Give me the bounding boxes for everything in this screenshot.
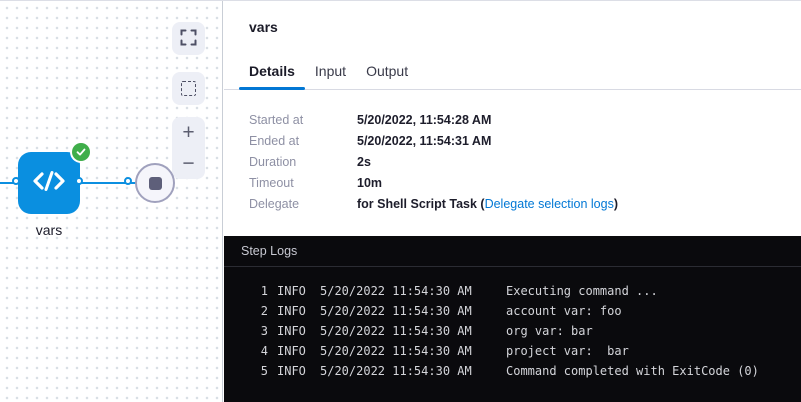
log-line: 1 INFO 5/20/2022 11:54:30 AM Executing c… xyxy=(224,281,801,301)
delegate-value-suffix: ) xyxy=(614,197,618,211)
detail-row-timeout: Timeout 10m xyxy=(249,173,801,194)
panel-title: vars xyxy=(224,0,801,37)
log-message: Command completed with ExitCode (0) xyxy=(506,361,801,381)
log-timestamp: 5/20/2022 11:54:30 AM xyxy=(320,321,506,341)
delegate-value-prefix: for Shell Script Task ( xyxy=(357,197,485,211)
detail-value: for Shell Script Task (Delegate selectio… xyxy=(357,194,618,215)
detail-value: 2s xyxy=(357,152,371,173)
fullscreen-button[interactable] xyxy=(172,22,205,55)
detail-value: 10m xyxy=(357,173,382,194)
detail-row-duration: Duration 2s xyxy=(249,152,801,173)
log-line: 2 INFO 5/20/2022 11:54:30 AM account var… xyxy=(224,301,801,321)
detail-row-started-at: Started at 5/20/2022, 11:54:28 AM xyxy=(249,110,801,131)
log-level: INFO xyxy=(277,361,320,381)
details-list: Started at 5/20/2022, 11:54:28 AM Ended … xyxy=(224,90,801,215)
tab-input[interactable]: Input xyxy=(305,55,356,89)
log-line-number: 2 xyxy=(224,301,268,321)
pipeline-canvas[interactable]: vars + − xyxy=(0,0,223,402)
log-line-number: 1 xyxy=(224,281,268,301)
zoom-controls: + − xyxy=(172,117,205,179)
marquee-select-icon xyxy=(181,81,196,96)
fullscreen-icon xyxy=(180,29,197,49)
log-timestamp: 5/20/2022 11:54:30 AM xyxy=(320,301,506,321)
log-line-number: 3 xyxy=(224,321,268,341)
step-logs-panel: Step Logs 1 INFO 5/20/2022 11:54:30 AM E… xyxy=(224,236,801,402)
log-timestamp: 5/20/2022 11:54:30 AM xyxy=(320,341,506,361)
log-timestamp: 5/20/2022 11:54:30 AM xyxy=(320,361,506,381)
detail-value: 5/20/2022, 11:54:28 AM xyxy=(357,110,491,131)
detail-label: Delegate xyxy=(249,194,357,215)
log-message: org var: bar xyxy=(506,321,801,341)
detail-row-ended-at: Ended at 5/20/2022, 11:54:31 AM xyxy=(249,131,801,152)
pipeline-end-node[interactable] xyxy=(135,163,175,203)
log-message: Executing command ... xyxy=(506,281,801,301)
code-icon xyxy=(31,163,67,204)
end-node-port xyxy=(124,177,132,185)
detail-label: Duration xyxy=(249,152,357,173)
tab-output[interactable]: Output xyxy=(356,55,418,89)
stop-icon xyxy=(149,177,162,190)
detail-label: Started at xyxy=(249,110,357,131)
success-check-icon xyxy=(72,143,90,161)
log-line-number: 4 xyxy=(224,341,268,361)
tab-details[interactable]: Details xyxy=(239,55,305,89)
tab-bar: Details Input Output xyxy=(224,55,801,90)
log-level: INFO xyxy=(277,321,320,341)
log-line: 5 INFO 5/20/2022 11:54:30 AM Command com… xyxy=(224,361,801,381)
zoom-out-button[interactable]: − xyxy=(172,148,205,179)
log-timestamp: 5/20/2022 11:54:30 AM xyxy=(320,281,506,301)
step-node-vars[interactable] xyxy=(18,152,80,214)
node-port-left xyxy=(12,177,20,185)
marquee-select-button[interactable] xyxy=(172,72,205,105)
step-detail-panel: vars Details Input Output Started at 5/2… xyxy=(224,0,801,402)
node-label: vars xyxy=(0,222,98,238)
detail-value: 5/20/2022, 11:54:31 AM xyxy=(357,131,491,152)
log-level: INFO xyxy=(277,281,320,301)
log-level: INFO xyxy=(277,341,320,361)
node-port-right xyxy=(75,177,83,185)
step-logs-title: Step Logs xyxy=(224,236,801,267)
delegate-selection-logs-link[interactable]: Delegate selection logs xyxy=(485,197,614,211)
log-console[interactable]: 1 INFO 5/20/2022 11:54:30 AM Executing c… xyxy=(224,267,801,381)
zoom-in-button[interactable]: + xyxy=(172,117,205,148)
detail-label: Timeout xyxy=(249,173,357,194)
top-border xyxy=(0,0,801,1)
log-message: account var: foo xyxy=(506,301,801,321)
log-line: 3 INFO 5/20/2022 11:54:30 AM org var: ba… xyxy=(224,321,801,341)
log-message: project var: bar xyxy=(506,341,801,361)
log-line-number: 5 xyxy=(224,361,268,381)
log-level: INFO xyxy=(277,301,320,321)
detail-label: Ended at xyxy=(249,131,357,152)
log-line: 4 INFO 5/20/2022 11:54:30 AM project var… xyxy=(224,341,801,361)
detail-row-delegate: Delegate for Shell Script Task (Delegate… xyxy=(249,194,801,215)
